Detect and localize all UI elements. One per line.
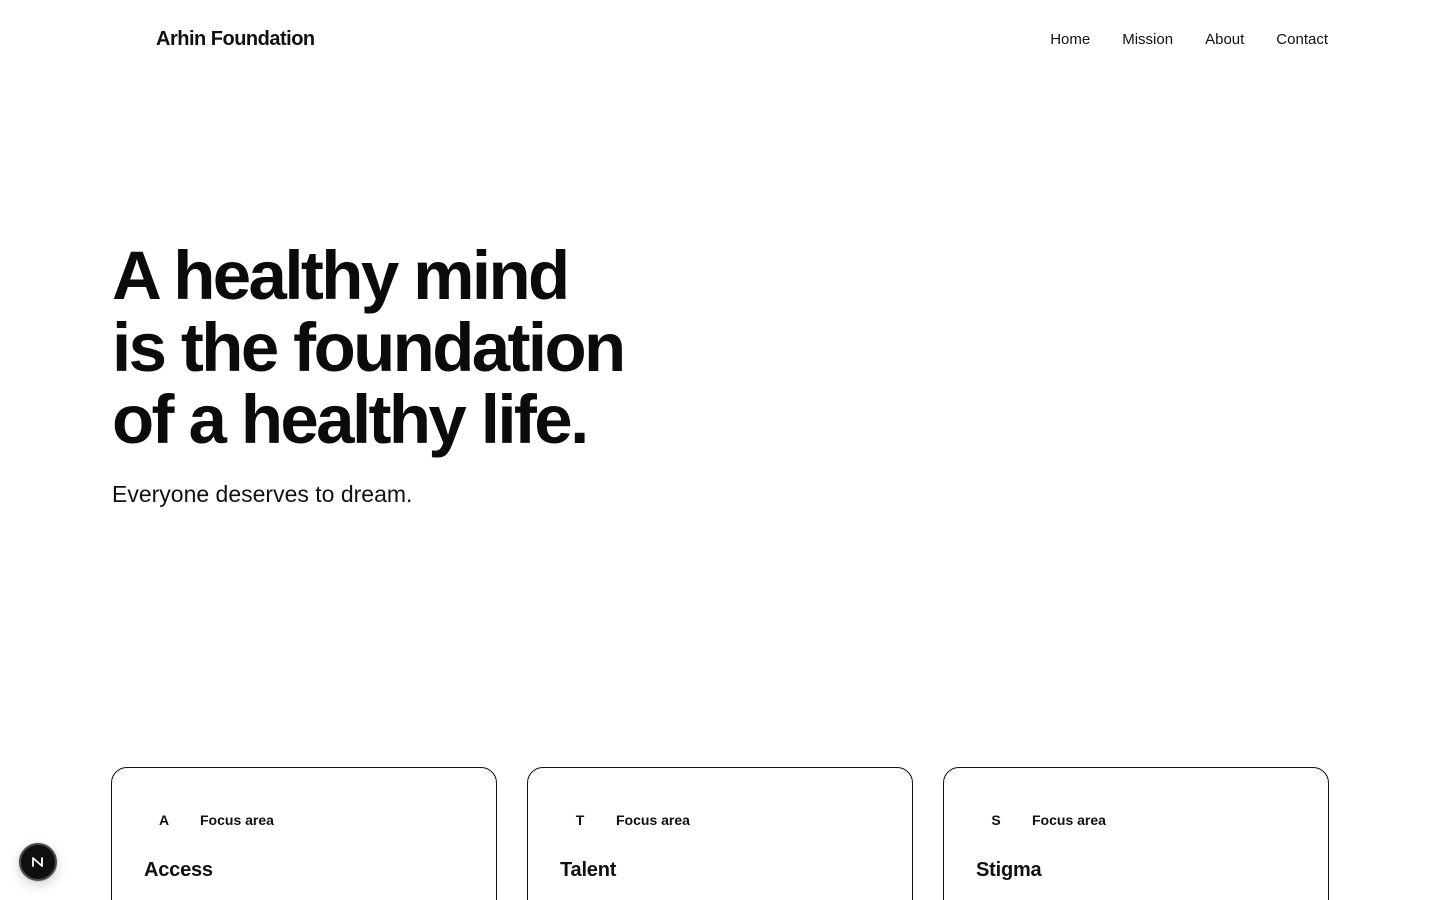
brand-logo-link[interactable]: Arhin Foundation — [156, 28, 315, 51]
hero-title-line-3: of a healthy life. — [112, 381, 589, 458]
focus-card-meta: Focus area — [200, 812, 274, 828]
focus-card-title: Talent — [560, 859, 617, 881]
nav-home-link[interactable]: Home — [1050, 32, 1090, 48]
hero-title: A healthy mind is the foundation of a he… — [112, 240, 872, 456]
hero-section: A healthy mind is the foundation of a he… — [112, 240, 872, 508]
focus-card-access[interactable]: A Focus area Access — [111, 767, 497, 900]
hero-title-line-2: is the foundation — [112, 309, 626, 386]
focus-card-letter: S — [991, 812, 1001, 828]
focus-card-letter: T — [575, 812, 585, 828]
floating-badge-button[interactable] — [19, 843, 57, 881]
focus-card-header: S Focus area — [976, 812, 1106, 828]
focus-area-cards: A Focus area Access T Focus area Talent … — [111, 767, 1329, 900]
focus-card-meta: Focus area — [616, 812, 690, 828]
hero-subtitle: Everyone deserves to dream. — [112, 481, 413, 507]
focus-card-stigma[interactable]: S Focus area Stigma — [943, 767, 1329, 900]
nav-about-link[interactable]: About — [1205, 32, 1244, 48]
focus-card-title: Access — [144, 859, 213, 881]
n-logo-icon — [30, 854, 46, 870]
nav-mission-link[interactable]: Mission — [1122, 32, 1173, 48]
focus-card-header: A Focus area — [144, 812, 274, 828]
focus-card-talent[interactable]: T Focus area Talent — [527, 767, 913, 900]
focus-card-meta: Focus area — [1032, 812, 1106, 828]
nav-contact-link[interactable]: Contact — [1276, 32, 1328, 48]
focus-card-header: T Focus area — [560, 812, 690, 828]
hero-title-line-1: A healthy mind — [112, 237, 570, 314]
focus-card-letter: A — [158, 812, 170, 828]
page: Arhin Foundation Home Mission About Cont… — [0, 0, 1440, 900]
site-header: Arhin Foundation Home Mission About Cont… — [0, 22, 1440, 60]
focus-card-title: Stigma — [976, 859, 1042, 881]
main-nav: Home Mission About Contact — [1050, 32, 1328, 48]
